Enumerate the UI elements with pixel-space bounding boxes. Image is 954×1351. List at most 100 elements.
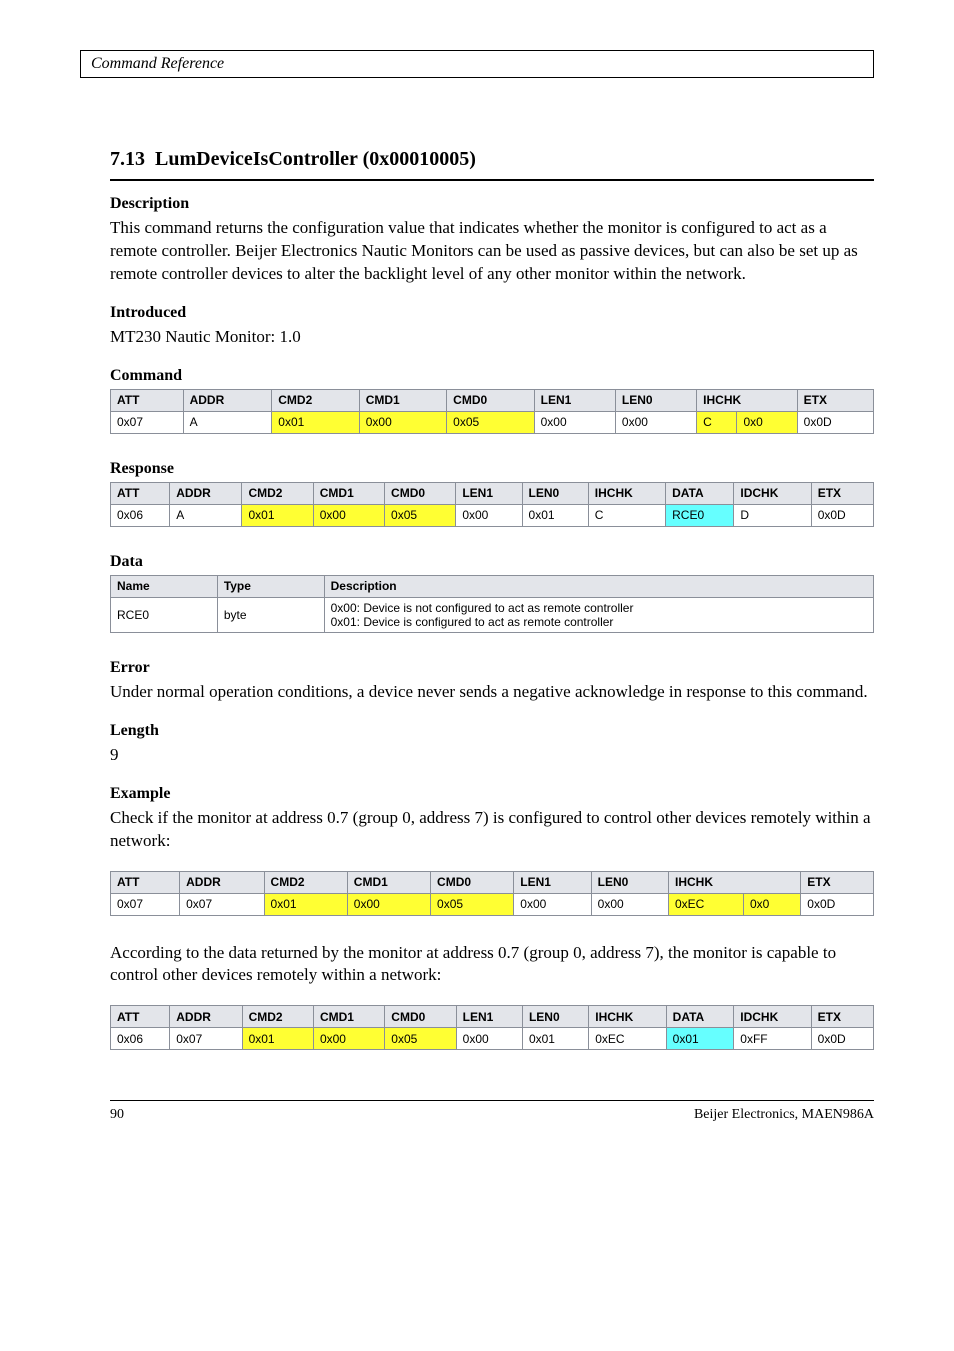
th-cmd2: CMD2: [242, 1006, 313, 1028]
table-cell: 0xEC: [669, 893, 744, 915]
table-cell: 0x07: [111, 893, 180, 915]
table-cell: 0x00: [359, 411, 446, 433]
ex-text1: Check if the monitor at address 0.7 (gro…: [110, 807, 874, 853]
th-len1: LEN1: [456, 482, 522, 504]
table-cell: 0x01: [264, 893, 347, 915]
table-cell: 0x0D: [801, 893, 874, 915]
table-cell: 0x0D: [797, 411, 873, 433]
running-header-text: Command Reference: [91, 55, 224, 72]
table-cell: 0xEC: [589, 1028, 666, 1050]
table-cell: 0x00: [313, 1028, 384, 1050]
th-cmd1: CMD1: [347, 871, 430, 893]
data-label: Data: [110, 553, 874, 571]
table-cell: 0x07: [180, 893, 264, 915]
table-cell: 0x01: [522, 504, 588, 526]
cmd-label: Command: [110, 367, 874, 385]
th-cmd1: CMD1: [313, 482, 384, 504]
th-len1: LEN1: [534, 389, 615, 411]
desc-label: Description: [110, 195, 874, 213]
table-cell: 0x00: [514, 893, 591, 915]
table-cell: 0x0: [743, 893, 800, 915]
page-number: 90: [110, 1107, 124, 1123]
table-cell: 0x05: [431, 893, 514, 915]
table-cell: 0x00: [534, 411, 615, 433]
cmd-table: ATTADDRCMD2CMD1CMD0LEN1LEN0IHCHKETX0x07A…: [110, 389, 874, 434]
th-data: DATA: [666, 1006, 734, 1028]
th-cmd0: CMD0: [385, 1006, 456, 1028]
table-cell: 0x0: [737, 411, 797, 433]
th-idchk: IDCHK: [734, 1006, 811, 1028]
running-header: Command Reference: [80, 50, 874, 78]
table-cell: D: [734, 504, 811, 526]
td-type: byte: [217, 597, 324, 632]
th-cmd2: CMD2: [242, 482, 313, 504]
intro-text: MT230 Nautic Monitor: 1.0: [110, 326, 874, 349]
th-cmd1: CMD1: [359, 389, 446, 411]
th-etx: ETX: [811, 1006, 873, 1028]
th-len0: LEN0: [522, 482, 588, 504]
len-text: 9: [110, 744, 874, 767]
th-addr: ADDR: [170, 482, 242, 504]
section-title: 7.13 LumDeviceIsController (0x00010005): [110, 148, 874, 171]
section-rule: [110, 179, 874, 181]
ex-table1: ATTADDRCMD2CMD1CMD0LEN1LEN0IHCHKETX0x070…: [110, 871, 874, 916]
td-name: RCE0: [111, 597, 218, 632]
err-label: Error: [110, 659, 874, 677]
table-cell: 0x00: [591, 893, 668, 915]
table-cell: 0x01: [272, 411, 359, 433]
table-cell: 0x01: [666, 1028, 734, 1050]
th-type: Type: [217, 575, 324, 597]
th-ihchk: IHCHK: [669, 871, 801, 893]
desc-text: This command returns the configuration v…: [110, 217, 874, 286]
ex-table2: ATTADDRCMD2CMD1CMD0LEN1LEN0IHCHKDATAIDCH…: [110, 1005, 874, 1050]
table-cell: 0xFF: [734, 1028, 811, 1050]
th-cmd0: CMD0: [431, 871, 514, 893]
th-len1: LEN1: [456, 1006, 522, 1028]
th-len0: LEN0: [522, 1006, 588, 1028]
th-cmd1: CMD1: [313, 1006, 384, 1028]
th-cmd0: CMD0: [447, 389, 534, 411]
err-text: Under normal operation conditions, a dev…: [110, 681, 874, 704]
table-cell: A: [183, 411, 272, 433]
th-ihchk: IHCHK: [588, 482, 665, 504]
footer-right: Beijer Electronics, MAEN986A: [694, 1107, 874, 1123]
th-att: ATT: [111, 389, 184, 411]
th-etx: ETX: [801, 871, 874, 893]
table-cell: 0x01: [242, 1028, 313, 1050]
th-addr: ADDR: [183, 389, 272, 411]
resp-label: Response: [110, 460, 874, 478]
table-cell: 0x00: [615, 411, 696, 433]
table-cell: 0x00: [456, 504, 522, 526]
th-etx: ETX: [811, 482, 873, 504]
td-desc: 0x00: Device is not configured to act as…: [324, 597, 873, 632]
th-cmd2: CMD2: [264, 871, 347, 893]
table-cell: 0x00: [313, 504, 384, 526]
th-etx: ETX: [797, 389, 873, 411]
th-data: DATA: [666, 482, 734, 504]
table-cell: 0x05: [385, 504, 456, 526]
table-cell: 0x07: [111, 411, 184, 433]
table-cell: C: [588, 504, 665, 526]
table-cell: 0x00: [347, 893, 430, 915]
th-idchk: IDCHK: [734, 482, 811, 504]
th-ihchk: IHCHK: [697, 389, 798, 411]
table-cell: 0x0D: [811, 1028, 873, 1050]
page-footer: 90 Beijer Electronics, MAEN986A: [110, 1100, 874, 1123]
table-cell: 0x00: [456, 1028, 522, 1050]
data-table: Name Type Description RCE0 byte 0x00: De…: [110, 575, 874, 633]
th-att: ATT: [111, 482, 170, 504]
th-addr: ADDR: [170, 1006, 242, 1028]
th-addr: ADDR: [180, 871, 264, 893]
table-cell: 0x06: [111, 1028, 170, 1050]
th-name: Name: [111, 575, 218, 597]
table-cell: 0x05: [385, 1028, 456, 1050]
table-cell: 0x01: [522, 1028, 588, 1050]
table-cell: 0x05: [447, 411, 534, 433]
table-cell: 0x07: [170, 1028, 242, 1050]
th-att: ATT: [111, 1006, 170, 1028]
table-cell: 0x0D: [811, 504, 873, 526]
table-cell: A: [170, 504, 242, 526]
th-ihchk: IHCHK: [589, 1006, 666, 1028]
th-len0: LEN0: [615, 389, 696, 411]
th-len1: LEN1: [514, 871, 591, 893]
